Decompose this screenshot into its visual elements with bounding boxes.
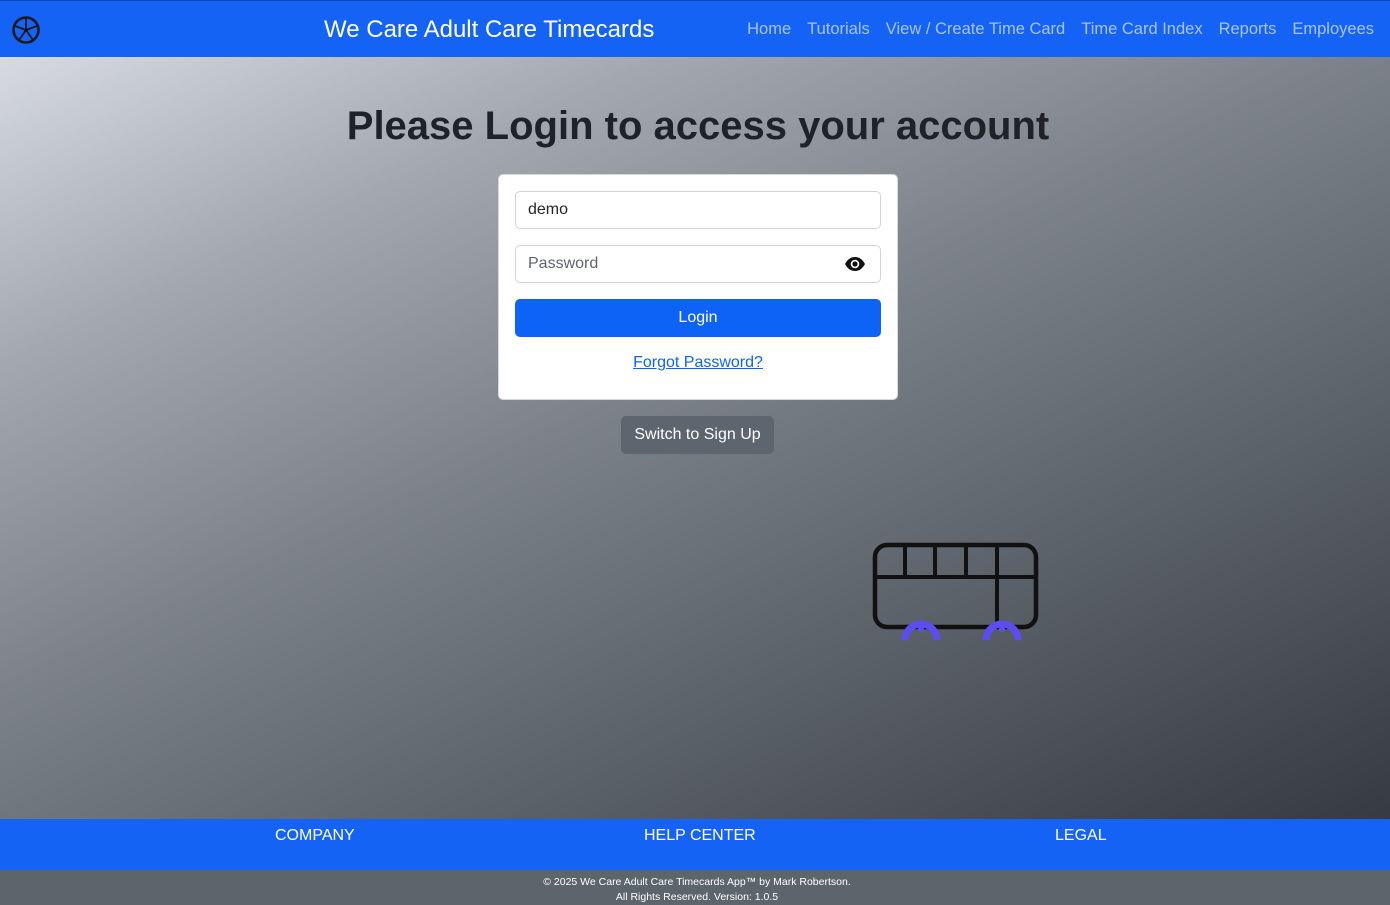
footer-help-center-link[interactable]: HELP CENTER	[644, 827, 756, 845]
login-form-card: Login Forgot Password?	[498, 174, 898, 400]
top-navbar: We Care Adult Care Timecards Home Tutori…	[0, 0, 1390, 57]
bus-icon	[872, 542, 1039, 640]
footer-links-bar: COMPANY HELP CENTER LEGAL	[0, 819, 1390, 870]
switch-to-signup-button[interactable]: Switch to Sign Up	[621, 416, 774, 454]
copyright-bar: © 2025 We Care Adult Care Timecards App™…	[0, 870, 1390, 905]
nav-employees[interactable]: Employees	[1292, 20, 1374, 39]
password-input[interactable]	[515, 245, 881, 283]
footer-legal-link[interactable]: LEGAL	[1055, 827, 1107, 845]
nav-reports[interactable]: Reports	[1219, 20, 1277, 39]
wheel-icon[interactable]	[11, 15, 41, 45]
version-text: All Rights Reserved. Version: 1.0.5	[615, 891, 779, 903]
login-page-main: Please Login to access your account Logi…	[0, 57, 1390, 819]
forgot-password-link[interactable]: Forgot Password?	[499, 354, 897, 372]
page-title: Please Login to access your account	[346, 104, 1050, 148]
nav-tutorials[interactable]: Tutorials	[807, 20, 870, 39]
nav-view-create-time-card[interactable]: View / Create Time Card	[886, 20, 1065, 39]
footer-company-link[interactable]: COMPANY	[275, 827, 355, 845]
login-button[interactable]: Login	[515, 299, 881, 337]
main-nav: Home Tutorials View / Create Time Card T…	[747, 1, 1374, 58]
nav-time-card-index[interactable]: Time Card Index	[1081, 20, 1202, 39]
copyright-text: © 2025 We Care Adult Care Timecards App™…	[543, 876, 851, 888]
eye-icon[interactable]	[844, 255, 866, 273]
nav-home[interactable]: Home	[747, 20, 791, 39]
username-input[interactable]	[515, 191, 881, 229]
app-title[interactable]: We Care Adult Care Timecards	[324, 15, 654, 45]
